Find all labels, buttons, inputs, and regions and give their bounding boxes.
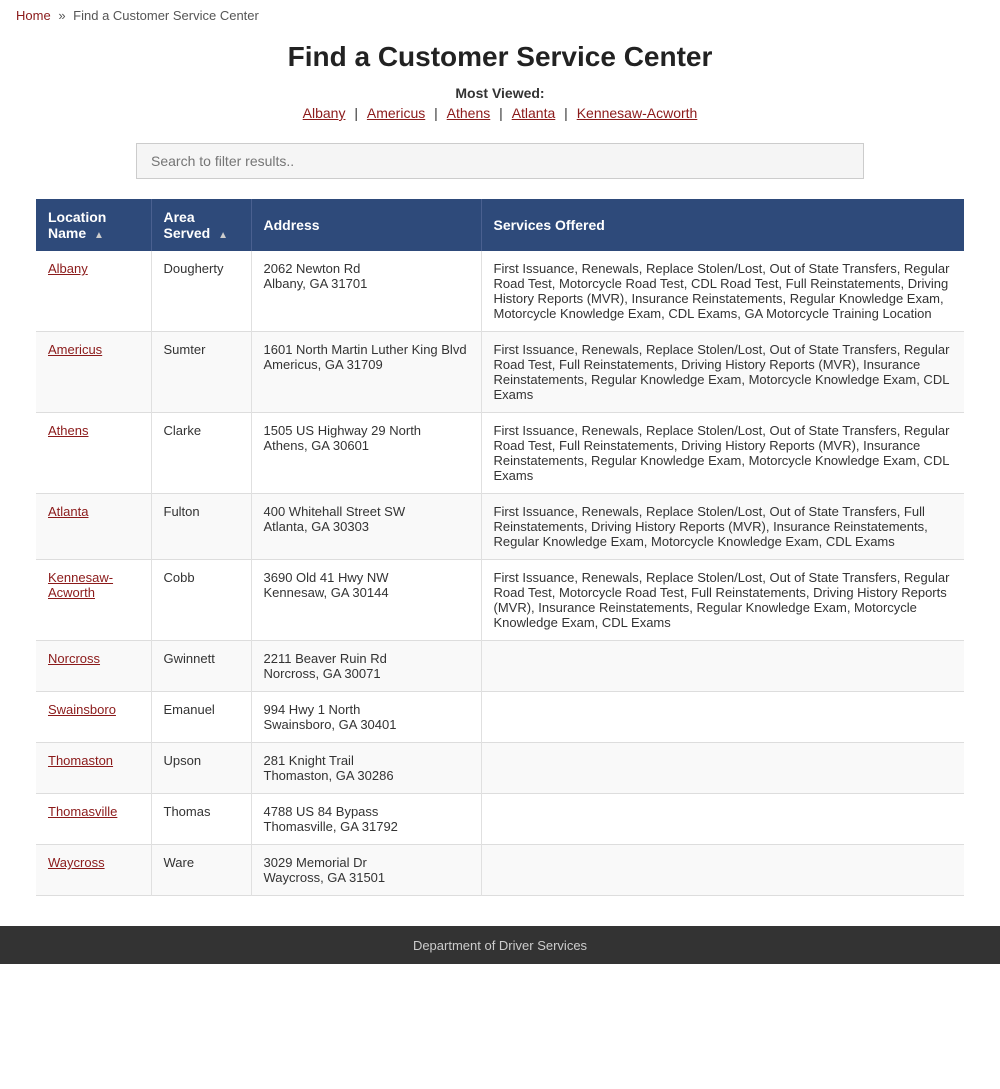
table-row: Waycross Ware3029 Memorial DrWaycross, GA…	[36, 845, 964, 896]
location-link[interactable]: Norcross	[48, 651, 100, 666]
page-header: Find a Customer Service Center	[0, 31, 1000, 79]
cell-address: 281 Knight TrailThomaston, GA 30286	[251, 743, 481, 794]
footer-bar: Department of Driver Services	[0, 926, 1000, 964]
locations-table: LocationName ▲ AreaServed ▲ Address Serv…	[36, 199, 964, 896]
footer-link[interactable]: Department of Driver Services	[413, 938, 587, 953]
location-link[interactable]: Waycross	[48, 855, 105, 870]
table-row: Athens Clarke1505 US Highway 29 NorthAthe…	[36, 413, 964, 494]
cell-services: First Issuance, Renewals, Replace Stolen…	[481, 560, 964, 641]
cell-area: Thomas	[151, 794, 251, 845]
most-viewed-link-kennesaw[interactable]: Kennesaw-Acworth	[577, 105, 698, 121]
cell-location: Swainsboro	[36, 692, 151, 743]
cell-services	[481, 794, 964, 845]
most-viewed-link-albany[interactable]: Albany	[303, 105, 346, 121]
cell-area: Cobb	[151, 560, 251, 641]
cell-address: 2211 Beaver Ruin RdNorcross, GA 30071	[251, 641, 481, 692]
col-header-services-label: Services Offered	[494, 217, 605, 233]
cell-services	[481, 845, 964, 896]
location-link[interactable]: Thomaston	[48, 753, 113, 768]
cell-services	[481, 641, 964, 692]
breadcrumb: Home » Find a Customer Service Center	[0, 0, 1000, 31]
most-viewed-links: Albany | Americus | Athens | Atlanta | K…	[0, 101, 1000, 129]
col-header-area[interactable]: AreaServed ▲	[151, 199, 251, 251]
search-input[interactable]	[136, 143, 864, 179]
breadcrumb-separator: »	[58, 8, 65, 23]
cell-area: Upson	[151, 743, 251, 794]
table-container: LocationName ▲ AreaServed ▲ Address Serv…	[20, 199, 980, 926]
cell-area: Gwinnett	[151, 641, 251, 692]
col-header-address: Address	[251, 199, 481, 251]
location-link[interactable]: Thomasville	[48, 804, 117, 819]
cell-address: 2062 Newton RdAlbany, GA 31701	[251, 251, 481, 332]
cell-location: Thomaston	[36, 743, 151, 794]
cell-location: Athens	[36, 413, 151, 494]
col-header-address-label: Address	[264, 217, 320, 233]
cell-services: First Issuance, Renewals, Replace Stolen…	[481, 251, 964, 332]
table-row: Swainsboro Emanuel994 Hwy 1 NorthSwainsbo…	[36, 692, 964, 743]
table-row: Kennesaw-Acworth Cobb3690 Old 41 Hwy NWKe…	[36, 560, 964, 641]
cell-services: First Issuance, Renewals, Replace Stolen…	[481, 413, 964, 494]
table-row: Atlanta Fulton400 Whitehall Street SWAtla…	[36, 494, 964, 560]
breadcrumb-current: Find a Customer Service Center	[73, 8, 259, 23]
cell-address: 1505 US Highway 29 NorthAthens, GA 30601	[251, 413, 481, 494]
cell-address: 4788 US 84 BypassThomasville, GA 31792	[251, 794, 481, 845]
page-title: Find a Customer Service Center	[0, 41, 1000, 73]
cell-location: Atlanta	[36, 494, 151, 560]
cell-area: Ware	[151, 845, 251, 896]
most-viewed-link-athens[interactable]: Athens	[447, 105, 491, 121]
most-viewed-link-americus[interactable]: Americus	[367, 105, 425, 121]
cell-services	[481, 692, 964, 743]
table-row: Thomasville Thomas4788 US 84 BypassThomas…	[36, 794, 964, 845]
cell-location: Albany	[36, 251, 151, 332]
table-row: Thomaston Upson281 Knight TrailThomaston,…	[36, 743, 964, 794]
table-row: Americus Sumter1601 North Martin Luther K…	[36, 332, 964, 413]
cell-location: Norcross	[36, 641, 151, 692]
cell-services: First Issuance, Renewals, Replace Stolen…	[481, 494, 964, 560]
cell-area: Emanuel	[151, 692, 251, 743]
cell-address: 1601 North Martin Luther King BlvdAmeric…	[251, 332, 481, 413]
cell-address: 400 Whitehall Street SWAtlanta, GA 30303	[251, 494, 481, 560]
col-header-services: Services Offered	[481, 199, 964, 251]
separator-1: |	[354, 105, 362, 121]
location-link[interactable]: Kennesaw-Acworth	[48, 570, 113, 600]
cell-location: Americus	[36, 332, 151, 413]
location-link[interactable]: Swainsboro	[48, 702, 116, 717]
location-link[interactable]: Americus	[48, 342, 102, 357]
location-link[interactable]: Albany	[48, 261, 88, 276]
cell-address: 994 Hwy 1 NorthSwainsboro, GA 30401	[251, 692, 481, 743]
search-container	[120, 143, 880, 179]
cell-location: Thomasville	[36, 794, 151, 845]
location-sort-icon: ▲	[94, 230, 104, 241]
most-viewed-label: Most Viewed:	[0, 85, 1000, 101]
cell-services: First Issuance, Renewals, Replace Stolen…	[481, 332, 964, 413]
col-header-area-label: AreaServed	[164, 209, 211, 241]
location-link[interactable]: Atlanta	[48, 504, 88, 519]
separator-4: |	[564, 105, 572, 121]
cell-address: 3029 Memorial DrWaycross, GA 31501	[251, 845, 481, 896]
cell-services	[481, 743, 964, 794]
cell-location: Kennesaw-Acworth	[36, 560, 151, 641]
cell-area: Fulton	[151, 494, 251, 560]
col-header-location[interactable]: LocationName ▲	[36, 199, 151, 251]
most-viewed-link-atlanta[interactable]: Atlanta	[512, 105, 556, 121]
breadcrumb-home-link[interactable]: Home	[16, 8, 51, 23]
location-link[interactable]: Athens	[48, 423, 88, 438]
cell-area: Dougherty	[151, 251, 251, 332]
separator-2: |	[434, 105, 442, 121]
table-header-row: LocationName ▲ AreaServed ▲ Address Serv…	[36, 199, 964, 251]
table-row: Norcross Gwinnett2211 Beaver Ruin RdNorcr…	[36, 641, 964, 692]
separator-3: |	[499, 105, 507, 121]
cell-address: 3690 Old 41 Hwy NWKennesaw, GA 30144	[251, 560, 481, 641]
cell-location: Waycross	[36, 845, 151, 896]
most-viewed-section: Most Viewed: Albany | Americus | Athens …	[0, 79, 1000, 133]
table-row: Albany Dougherty2062 Newton RdAlbany, GA …	[36, 251, 964, 332]
cell-area: Clarke	[151, 413, 251, 494]
cell-area: Sumter	[151, 332, 251, 413]
area-sort-icon: ▲	[218, 230, 228, 241]
